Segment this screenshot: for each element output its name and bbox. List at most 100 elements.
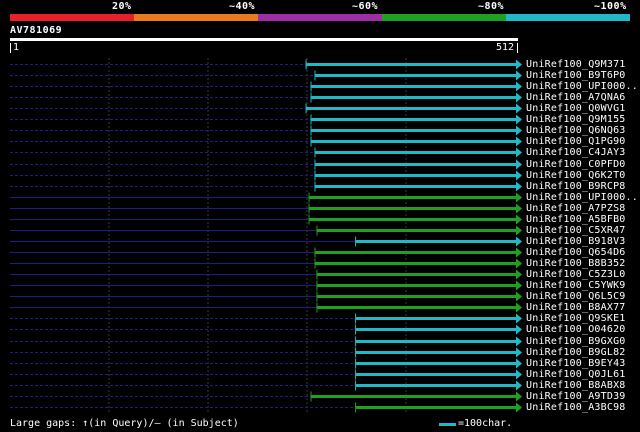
hit-alignment-bar[interactable] xyxy=(314,174,516,177)
scale-legend-text: =100char. xyxy=(458,418,513,429)
hit-alignment-bar[interactable] xyxy=(355,384,516,387)
hit-alignment-bar[interactable] xyxy=(355,328,516,331)
hit-alignment-bar[interactable] xyxy=(309,218,516,221)
hit-label[interactable]: UniRef100_Q9SKE1 xyxy=(526,313,638,324)
hit-end-arrow xyxy=(516,336,522,347)
hit-label[interactable]: UniRef100_C5YWK9 xyxy=(526,280,638,291)
hit-label[interactable]: UniRef100_C5XR47 xyxy=(526,225,638,236)
hit-label[interactable]: UniRef100_Q0JL61 xyxy=(526,369,638,380)
hit-end-arrow xyxy=(516,103,522,114)
hit-end-arrow xyxy=(516,269,522,280)
hit-label[interactable]: UniRef100_A9TD39 xyxy=(526,391,638,402)
scale-swatch xyxy=(439,422,456,426)
hit-end-arrow xyxy=(516,380,522,391)
hit-alignment-bar[interactable] xyxy=(314,163,516,166)
hit-end-arrow xyxy=(516,181,522,192)
hit-alignment-bar[interactable] xyxy=(355,373,516,376)
hit-end-arrow xyxy=(516,391,522,402)
hit-label[interactable]: UniRef100_Q6NQ63 xyxy=(526,125,638,136)
hit-end-arrow xyxy=(516,136,522,147)
hit-label[interactable]: UniRef100_A7PZS8 xyxy=(526,203,638,214)
hit-alignment-bar[interactable] xyxy=(314,74,516,77)
hit-end-arrow xyxy=(516,214,522,225)
hit-end-arrow xyxy=(516,236,522,247)
hit-alignment-bar[interactable] xyxy=(314,251,516,254)
hit-alignment-bar[interactable] xyxy=(311,395,516,398)
hit-label[interactable]: UniRef100_B8ABX8 xyxy=(526,380,638,391)
hit-end-arrow xyxy=(516,225,522,236)
hit-label[interactable]: UniRef100_Q0WVG1 xyxy=(526,103,638,114)
hit-alignment-bar[interactable] xyxy=(314,185,516,188)
hit-alignment-bar[interactable] xyxy=(311,118,516,121)
hit-label[interactable]: UniRef100_Q6K2T0 xyxy=(526,170,638,181)
hit-alignment-bar[interactable] xyxy=(355,406,516,409)
hit-alignment-bar[interactable] xyxy=(309,207,516,210)
hit-label[interactable]: UniRef100_UPI000.. xyxy=(526,192,638,203)
hit-alignment-bar[interactable] xyxy=(314,262,516,265)
hit-end-arrow xyxy=(516,81,522,92)
hit-end-arrow xyxy=(516,59,522,70)
hit-alignment-bar[interactable] xyxy=(316,229,516,232)
hit-end-arrow xyxy=(516,369,522,380)
hit-label[interactable]: UniRef100_C4JAY3 xyxy=(526,147,638,158)
hit-alignment-bar[interactable] xyxy=(316,273,516,276)
hit-label[interactable]: UniRef100_O04620 xyxy=(526,324,638,335)
hit-label[interactable]: UniRef100_B9RCP8 xyxy=(526,181,638,192)
hit-alignment-bar[interactable] xyxy=(316,306,516,309)
hit-end-arrow xyxy=(516,192,522,203)
hit-label[interactable]: UniRef100_Q654D6 xyxy=(526,247,638,258)
hit-label[interactable]: UniRef100_B9GL82 xyxy=(526,347,638,358)
hit-alignment-bar[interactable] xyxy=(316,284,516,287)
hit-label[interactable]: UniRef100_B9GXG0 xyxy=(526,336,638,347)
hit-alignment-bar[interactable] xyxy=(316,295,516,298)
hit-end-arrow xyxy=(516,291,522,302)
hit-label[interactable]: UniRef100_A7QNA6 xyxy=(526,92,638,103)
hit-end-arrow xyxy=(516,70,522,81)
hit-label[interactable]: UniRef100_C5Z3L0 xyxy=(526,269,638,280)
hit-label[interactable]: UniRef100_C0PFD0 xyxy=(526,159,638,170)
hit-end-arrow xyxy=(516,358,522,369)
hit-alignment-bar[interactable] xyxy=(311,129,516,132)
hit-alignment-bar[interactable] xyxy=(355,362,516,365)
hit-end-arrow xyxy=(516,203,522,214)
hit-label[interactable]: UniRef100_B918V3 xyxy=(526,236,638,247)
hit-alignment-bar[interactable] xyxy=(355,351,516,354)
hit-label[interactable]: UniRef100_B8AX77 xyxy=(526,302,638,313)
hit-end-arrow xyxy=(516,92,522,103)
hit-label[interactable]: UniRef100_Q1PG90 xyxy=(526,136,638,147)
hit-label[interactable]: UniRef100_Q6L5C9 xyxy=(526,291,638,302)
hit-label[interactable]: UniRef100_B9T6P0 xyxy=(526,70,638,81)
hit-end-arrow xyxy=(516,324,522,335)
hit-end-arrow xyxy=(516,114,522,125)
hit-label[interactable]: UniRef100_Q9M155 xyxy=(526,114,638,125)
hit-end-arrow xyxy=(516,247,522,258)
hit-alignment-bar[interactable] xyxy=(355,240,516,243)
hit-label[interactable]: UniRef100_A5BFB0 xyxy=(526,214,638,225)
hit-end-arrow xyxy=(516,402,522,413)
hit-alignment-bar[interactable] xyxy=(355,340,516,343)
hit-end-arrow xyxy=(516,147,522,158)
hit-alignment-bar[interactable] xyxy=(306,63,516,66)
hit-alignment-bar[interactable] xyxy=(306,107,516,110)
hit-alignment-bar[interactable] xyxy=(355,317,516,320)
hit-end-arrow xyxy=(516,302,522,313)
hit-end-arrow xyxy=(516,313,522,324)
hit-end-arrow xyxy=(516,125,522,136)
hit-label[interactable]: UniRef100_UPI000.. xyxy=(526,81,638,92)
hit-end-arrow xyxy=(516,170,522,181)
hit-alignment-bar[interactable] xyxy=(311,140,516,143)
scale-legend: =100char. xyxy=(439,418,512,430)
hit-end-arrow xyxy=(516,159,522,170)
hit-alignment-bar[interactable] xyxy=(311,96,516,99)
hit-label[interactable]: UniRef100_A3BC98 xyxy=(526,402,638,413)
hit-alignment-bar[interactable] xyxy=(309,196,516,199)
hit-alignment-bar[interactable] xyxy=(314,151,516,154)
large-gaps-legend: Large gaps: ↑(in Query)/– (in Subject) xyxy=(10,418,239,429)
hit-alignment-bar[interactable] xyxy=(311,85,516,88)
hit-end-arrow xyxy=(516,347,522,358)
hit-label[interactable]: UniRef100_Q9M371 xyxy=(526,59,638,70)
hit-label[interactable]: UniRef100_B9EY43 xyxy=(526,358,638,369)
hit-end-arrow xyxy=(516,258,522,269)
hit-end-arrow xyxy=(516,280,522,291)
hit-label[interactable]: UniRef100_B8B352 xyxy=(526,258,638,269)
